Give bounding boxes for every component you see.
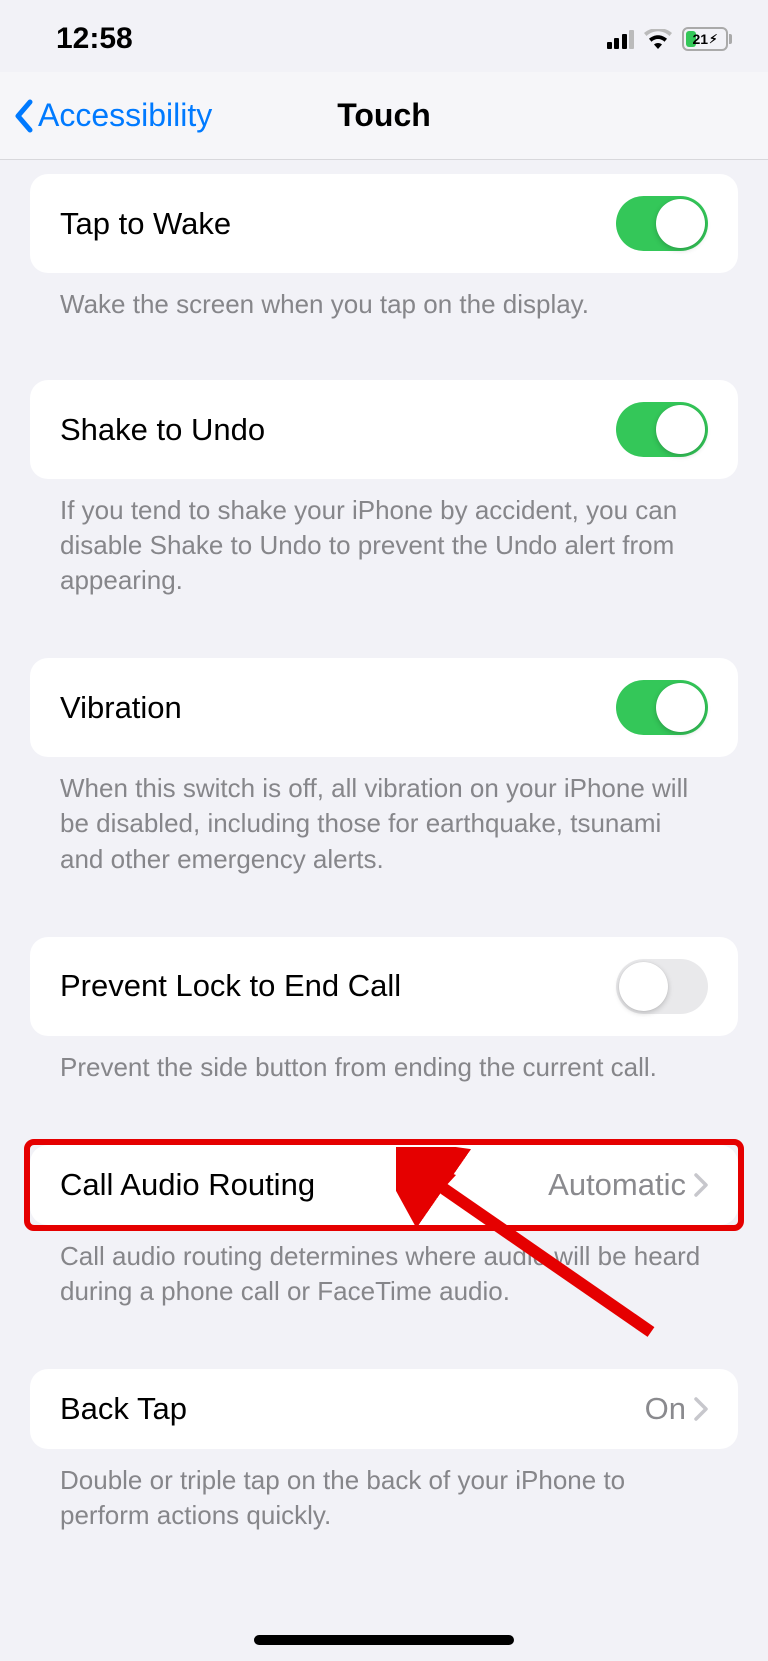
back-tap-value: On <box>645 1391 686 1427</box>
status-icons: 21⚡︎ <box>607 27 733 51</box>
tap-to-wake-footer: Wake the screen when you tap on the disp… <box>0 273 768 322</box>
tap-to-wake-row[interactable]: Tap to Wake <box>30 174 738 273</box>
call-audio-routing-value: Automatic <box>548 1167 686 1203</box>
prevent-lock-row[interactable]: Prevent Lock to End Call <box>30 937 738 1036</box>
chevron-right-icon <box>694 1397 708 1421</box>
wifi-icon <box>644 29 672 50</box>
status-time: 12:58 <box>56 22 133 56</box>
back-tap-label: Back Tap <box>60 1391 187 1427</box>
vibration-row[interactable]: Vibration <box>30 658 738 757</box>
battery-percentage: 21 <box>692 31 708 47</box>
shake-to-undo-footer: If you tend to shake your iPhone by acci… <box>0 479 768 598</box>
status-bar: 12:58 21⚡︎ <box>0 0 768 72</box>
chevron-right-icon <box>694 1173 708 1197</box>
chevron-left-icon <box>14 100 34 132</box>
battery-icon: 21⚡︎ <box>682 27 732 51</box>
shake-to-undo-toggle[interactable] <box>616 402 708 457</box>
vibration-toggle[interactable] <box>616 680 708 735</box>
back-tap-row[interactable]: Back Tap On <box>30 1369 738 1449</box>
prevent-lock-toggle[interactable] <box>616 959 708 1014</box>
prevent-lock-label: Prevent Lock to End Call <box>60 968 401 1004</box>
vibration-label: Vibration <box>60 690 182 726</box>
tap-to-wake-label: Tap to Wake <box>60 206 231 242</box>
back-label: Accessibility <box>38 97 212 134</box>
shake-to-undo-row[interactable]: Shake to Undo <box>30 380 738 479</box>
call-audio-routing-footer: Call audio routing determines where audi… <box>0 1225 768 1309</box>
call-audio-routing-label: Call Audio Routing <box>60 1167 315 1203</box>
back-button[interactable]: Accessibility <box>14 97 212 134</box>
home-indicator[interactable] <box>254 1635 514 1645</box>
cellular-signal-icon <box>607 29 635 49</box>
prevent-lock-footer: Prevent the side button from ending the … <box>0 1036 768 1085</box>
nav-header: Accessibility Touch <box>0 72 768 160</box>
call-audio-routing-row[interactable]: Call Audio Routing Automatic <box>30 1145 738 1225</box>
shake-to-undo-label: Shake to Undo <box>60 412 265 448</box>
tap-to-wake-toggle[interactable] <box>616 196 708 251</box>
back-tap-footer: Double or triple tap on the back of your… <box>0 1449 768 1533</box>
vibration-footer: When this switch is off, all vibration o… <box>0 757 768 876</box>
